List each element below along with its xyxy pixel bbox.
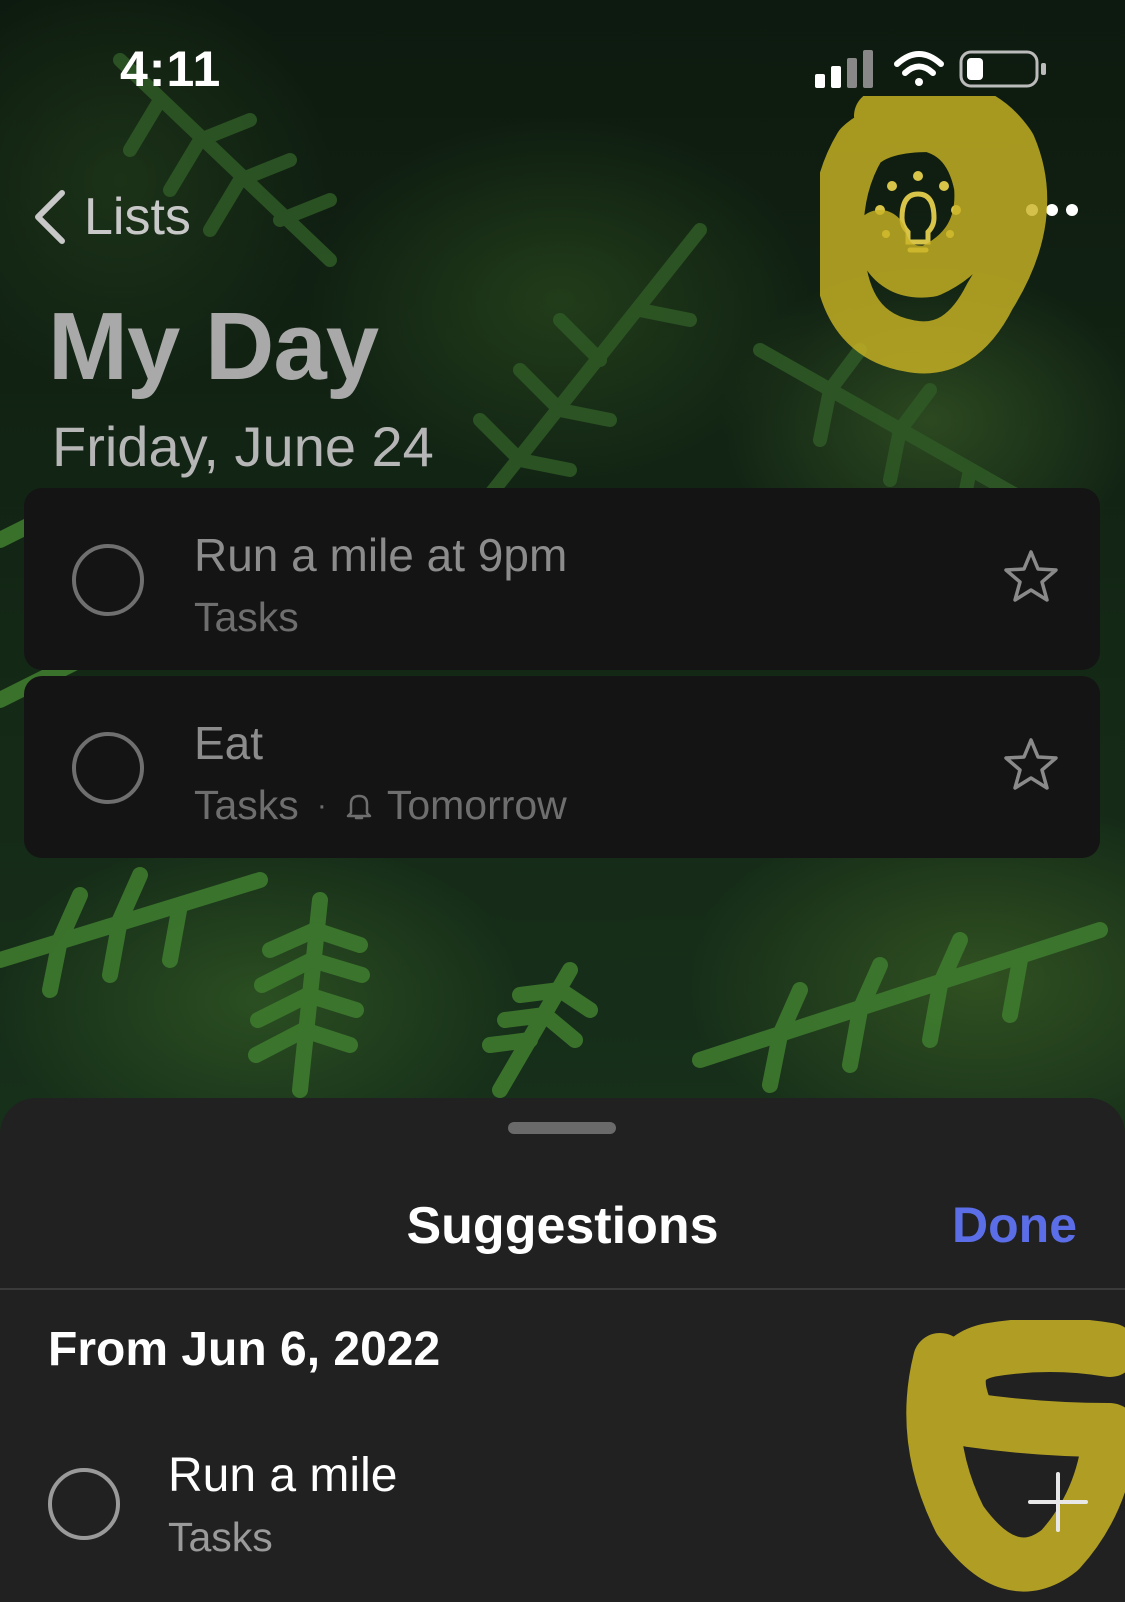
status-time: 4:11 — [120, 41, 222, 97]
suggestion-title: Run a mile — [168, 1449, 398, 1502]
bell-icon — [346, 794, 372, 819]
suggestion-list-name: Tasks — [168, 1514, 273, 1560]
task-list-name: Tasks — [194, 594, 299, 640]
back-label: Lists — [84, 188, 191, 246]
task-list-name: Tasks — [194, 782, 299, 828]
task-complete-checkbox[interactable] — [72, 544, 144, 616]
suggestion-checkbox[interactable] — [48, 1468, 120, 1540]
back-chevron-icon — [35, 190, 65, 244]
task-meta: Tasks · Tomorrow — [194, 782, 567, 829]
back-to-lists-button[interactable]: Lists — [30, 182, 191, 252]
more-icon[interactable] — [1024, 190, 1080, 230]
divider — [0, 1288, 1125, 1290]
task-title: Eat — [194, 717, 264, 769]
lightbulb-icon[interactable] — [872, 170, 964, 262]
meta-separator: · — [316, 788, 327, 822]
star-icon[interactable] — [1002, 548, 1060, 606]
done-button[interactable]: Done — [952, 1196, 1077, 1254]
plus-icon[interactable] — [1026, 1470, 1090, 1534]
wifi-icon — [894, 51, 944, 86]
task-reminder: Tomorrow — [386, 782, 567, 828]
task-row[interactable]: Run a mile at 9pm Tasks — [24, 488, 1100, 670]
task-meta: Tasks — [194, 594, 299, 641]
task-title: Run a mile at 9pm — [194, 529, 568, 581]
task-row[interactable]: Eat Tasks · Tomorrow — [24, 676, 1100, 858]
page-date: Friday, June 24 — [52, 415, 434, 478]
task-complete-checkbox[interactable] — [72, 732, 144, 804]
signal-icon — [815, 50, 873, 88]
battery-icon — [959, 50, 1046, 88]
status-icons — [815, 50, 1046, 88]
page-title: My Day — [48, 293, 379, 400]
section-header: From Jun 6, 2022 — [48, 1323, 441, 1376]
sheet-grabber[interactable] — [508, 1122, 616, 1134]
suggestions-sheet: Suggestions Done From Jun 6, 2022 Run a … — [0, 1098, 1125, 1602]
star-icon[interactable] — [1002, 736, 1060, 794]
